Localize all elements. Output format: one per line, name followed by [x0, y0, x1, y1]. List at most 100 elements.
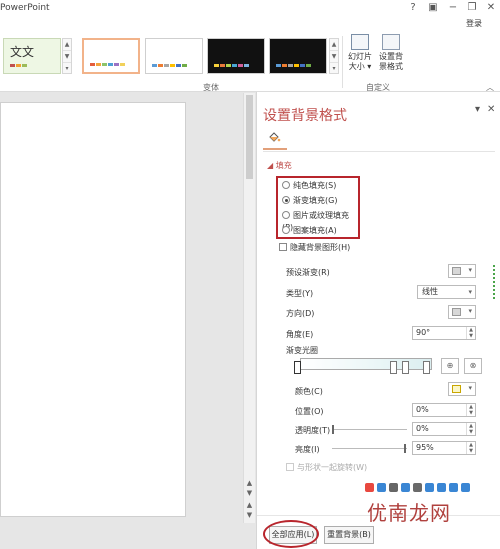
variant-thumbnail-1[interactable] [82, 38, 140, 74]
position-spinner[interactable]: 0% ▲ ▼ [412, 403, 476, 417]
spinner-arrows-icon[interactable]: ▲ ▼ [466, 423, 475, 435]
theme-gallery-scroll[interactable]: ▲ ▼ ▾ [62, 38, 72, 74]
fill-tab-indicator [263, 148, 287, 150]
position-value: 0% [416, 405, 429, 414]
variant-color-bars [90, 63, 125, 66]
gradient-stop-1[interactable] [294, 361, 301, 374]
solid-fill-label: 纯色填充(S) [293, 181, 337, 190]
transparency-spinner[interactable]: 0% ▲ ▼ [412, 422, 476, 436]
watermark-icon-row [365, 483, 470, 492]
gradient-stop-3[interactable] [402, 361, 409, 374]
slide-workspace [0, 92, 256, 549]
variants-gallery-scroll[interactable]: ▲ ▼ ▾ [329, 38, 339, 74]
pane-options-icon[interactable]: ▾ [475, 104, 480, 115]
variants-scroll-up-icon[interactable]: ▲ [330, 39, 338, 51]
radio-dot [282, 211, 290, 219]
scrollbar-thumb[interactable] [246, 95, 253, 179]
spinner-arrows-icon[interactable]: ▲ ▼ [466, 442, 475, 454]
paint-bucket-icon [452, 385, 461, 393]
powerpoint-window: PowerPoint ? ▣ − ❐ ✕ 登录 文文 ▲ ▼ ▾ ▲ ▼ ▾ 变… [0, 0, 500, 549]
watermark-text: 优南龙网 [367, 501, 451, 525]
color-label: 颜色(C) [295, 387, 323, 396]
picture-fill-radio[interactable]: 图片或纹理填充(P) [282, 210, 358, 232]
preset-gradient-picker[interactable]: ▾ [448, 264, 476, 278]
prev-slide-icon[interactable]: ▲ [244, 501, 255, 509]
highlight-ring [263, 520, 319, 548]
pane-scrollbar[interactable] [493, 265, 498, 299]
ribbon-display-button[interactable]: ▣ [426, 1, 440, 14]
gradient-stop-4[interactable] [423, 361, 430, 374]
brightness-slider[interactable] [332, 444, 407, 453]
spinner-arrows-icon[interactable]: ▲ ▼ [466, 404, 475, 416]
rotate-with-shape-checkbox[interactable]: 与形状一起旋转(W) [286, 462, 367, 473]
preset-gradient-label: 预设渐变(R) [286, 268, 330, 277]
format-background-label: 设置背景格式 [379, 52, 403, 71]
next-slide-icon[interactable]: ▼ [244, 511, 255, 519]
pattern-fill-label: 图案填充(A) [293, 226, 337, 235]
direction-picker[interactable]: ▾ [448, 305, 476, 319]
ribbon-design-tab: 文文 ▲ ▼ ▾ ▲ ▼ ▾ 变体 幻灯片大小 ▾ 设置背景格式 自定义 ︿ [0, 30, 500, 92]
variant-color-bars [152, 64, 187, 67]
restore-button[interactable]: ❐ [465, 1, 479, 14]
scroll-up-icon[interactable]: ▲ [244, 479, 255, 487]
brightness-label: 亮度(I) [295, 445, 320, 454]
gradient-type-select[interactable]: 线性 ▾ [417, 285, 476, 299]
checkbox-box [279, 243, 287, 251]
solid-fill-radio[interactable]: 纯色填充(S) [282, 180, 336, 192]
slide-size-button[interactable]: 幻灯片大小 ▾ [345, 34, 375, 80]
gradient-fill-radio[interactable]: 渐变填充(G) [282, 195, 337, 207]
hide-background-graphics-checkbox[interactable]: 隐藏背景图形(H) [279, 242, 350, 253]
transparency-slider[interactable] [332, 425, 407, 434]
slider-knob[interactable] [332, 425, 334, 434]
chevron-down-icon: ▾ [468, 384, 472, 392]
add-gradient-stop-icon[interactable]: ⊕ [441, 358, 459, 374]
radio-dot [282, 226, 290, 234]
gradient-stop-2[interactable] [390, 361, 397, 374]
spinner-arrows-icon[interactable]: ▲ ▼ [466, 327, 475, 339]
angle-spinner[interactable]: 90° ▲ ▼ [412, 326, 476, 340]
variant-thumbnail-3[interactable] [207, 38, 265, 74]
fill-section-header[interactable]: ◢ 填充 [267, 160, 292, 171]
scroll-down-icon[interactable]: ▼ [244, 489, 255, 497]
direction-swatch [452, 308, 461, 316]
reset-background-button[interactable]: 重置背景(B) [324, 526, 374, 544]
pattern-fill-radio[interactable]: 图案填充(A) [282, 225, 337, 237]
variant-thumbnail-4[interactable] [269, 38, 327, 74]
variant-color-bars [214, 64, 249, 67]
stop-color-picker[interactable]: ▾ [448, 382, 476, 396]
gradient-stops-bar[interactable] [300, 358, 432, 370]
slider-knob[interactable] [404, 444, 406, 453]
minimize-button[interactable]: − [446, 1, 460, 14]
format-background-button[interactable]: 设置背景格式 [376, 34, 406, 80]
angle-label: 角度(E) [286, 330, 314, 339]
pane-title: 设置背景格式 [263, 108, 347, 124]
slide-canvas[interactable] [0, 102, 186, 517]
position-label: 位置(O) [295, 407, 324, 416]
workspace-scrollbar[interactable]: ▲ ▼ ▲ ▼ [243, 93, 255, 523]
ribbon-separator [342, 36, 343, 88]
gallery-scroll-down-icon[interactable]: ▼ [63, 51, 71, 63]
variant-thumbnail-2[interactable] [145, 38, 203, 74]
preset-swatch [452, 267, 461, 275]
gallery-scroll-up-icon[interactable]: ▲ [63, 39, 71, 51]
hide-bg-label: 隐藏背景图形(H) [290, 243, 351, 252]
transparency-value: 0% [416, 424, 429, 433]
site-watermark: 优南龙网 [365, 483, 497, 527]
help-button[interactable]: ? [406, 1, 420, 14]
direction-label: 方向(D) [286, 309, 315, 318]
pane-close-icon[interactable]: ✕ [487, 104, 495, 115]
format-background-pane: 设置背景格式 ▾ ✕ ◢ 填充 纯色填充(S) 渐变填充(G) 图片或纹理填充(… [256, 92, 500, 549]
theme-style-sample[interactable]: 文文 [3, 38, 61, 74]
fill-bucket-icon[interactable] [267, 130, 281, 144]
remove-gradient-stop-icon[interactable]: ⊗ [464, 358, 482, 374]
title-bar: PowerPoint ? ▣ − ❐ ✕ [0, 0, 500, 16]
login-link[interactable]: 登录 [466, 18, 482, 29]
gradient-type-value: 线性 [422, 287, 438, 296]
brightness-spinner[interactable]: 95% ▲ ▼ [412, 441, 476, 455]
close-button[interactable]: ✕ [484, 1, 498, 14]
gradient-stops-label: 渐变光圈 [286, 346, 318, 355]
variants-scroll-down-icon[interactable]: ▼ [330, 51, 338, 63]
variants-more-icon[interactable]: ▾ [330, 63, 338, 75]
app-title: PowerPoint [0, 3, 50, 13]
gallery-more-icon[interactable]: ▾ [63, 63, 71, 75]
